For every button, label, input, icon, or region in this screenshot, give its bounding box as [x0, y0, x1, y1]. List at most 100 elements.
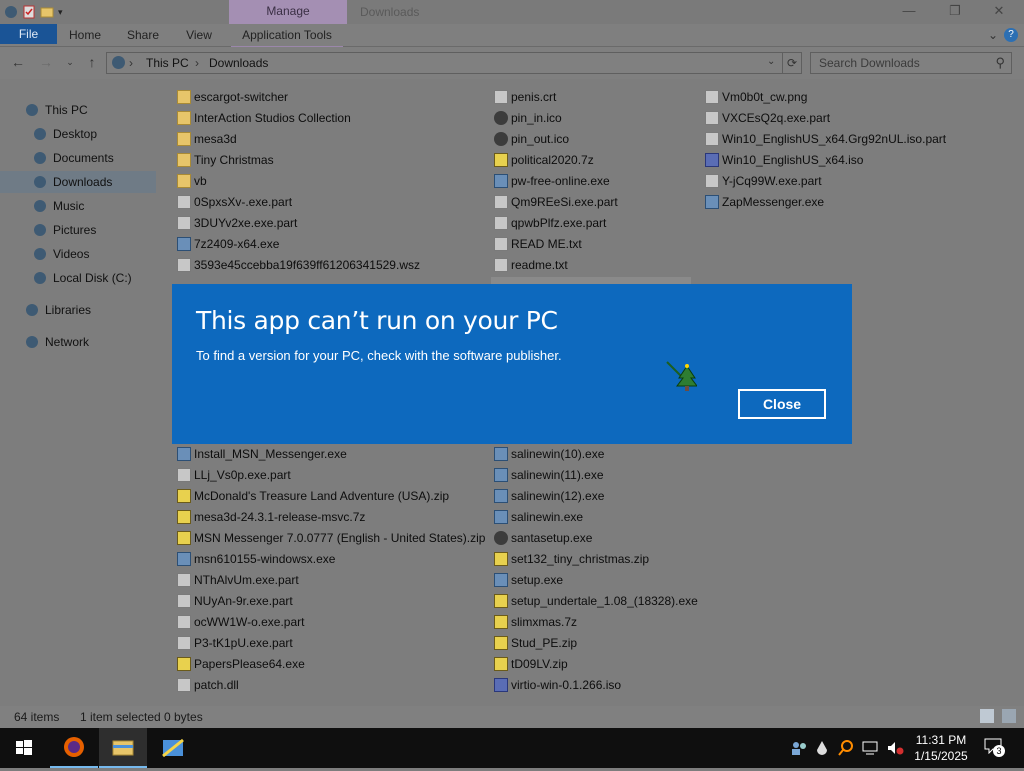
notifications-button[interactable]: 3: [984, 738, 1005, 757]
address-dropdown-icon[interactable]: ⌄: [767, 56, 775, 67]
customize-toolbar-icon[interactable]: ▾: [58, 5, 66, 19]
back-icon[interactable]: ←: [10, 54, 26, 70]
network-tray-icon[interactable]: [862, 740, 880, 756]
file-name: slimxmas.7z: [511, 615, 578, 629]
maximize-button[interactable]: ❐: [932, 0, 978, 24]
exe-file-icon: [494, 489, 508, 503]
search-icon[interactable]: ⚲: [995, 55, 1005, 71]
quick-access-toolbar: ▾: [0, 2, 66, 22]
zip-file-icon: [494, 594, 508, 608]
folder-file-icon: [177, 111, 191, 125]
tab-file[interactable]: File: [0, 24, 57, 44]
help-icon[interactable]: ?: [1004, 28, 1018, 42]
nav-item-videos[interactable]: Videos: [0, 243, 156, 265]
search-input[interactable]: Search Downloads ⚲: [810, 52, 1012, 74]
zip-file-icon: [494, 153, 508, 167]
new-folder-icon[interactable]: [40, 5, 54, 19]
file-name: salinewin(11).exe: [511, 468, 604, 482]
nav-item-desktop[interactable]: Desktop: [0, 123, 156, 145]
people-icon[interactable]: [790, 740, 808, 756]
close-button[interactable]: Close: [738, 389, 826, 419]
exe-file-icon: [177, 447, 191, 461]
error-dialog: This app can’t run on your PC To find a …: [172, 284, 852, 444]
disk-icon: [34, 272, 46, 284]
gear-file-icon: [494, 132, 508, 146]
drop-icon[interactable]: [816, 740, 828, 756]
iso-file-icon: [705, 153, 719, 167]
zip-file-icon: [177, 489, 191, 503]
file-name: READ ME.txt: [511, 237, 582, 251]
gear-file-icon: [494, 111, 508, 125]
nav-label: Pictures: [53, 223, 97, 237]
up-icon[interactable]: ↑: [84, 54, 100, 70]
refresh-icon[interactable]: ⟳: [782, 52, 802, 74]
doc-file-icon: [494, 195, 508, 209]
tab-view[interactable]: View: [178, 24, 220, 46]
videos-icon: [34, 248, 46, 260]
file-name: virtio-win-0.1.266.iso: [511, 678, 622, 692]
address-bar[interactable]: › This PC › Downloads ⌄: [106, 52, 784, 74]
file-name: 0SpxsXv-.exe.part: [194, 195, 293, 209]
properties-icon[interactable]: [22, 5, 36, 19]
exe-file-icon: [494, 447, 508, 461]
nav-item-downloads[interactable]: Downloads: [0, 171, 156, 193]
nav-label: Desktop: [53, 127, 98, 141]
volume-muted-icon[interactable]: [886, 740, 904, 756]
nav-item-this-pc[interactable]: This PC: [0, 99, 156, 121]
file-name: 3DUYv2xe.exe.part: [194, 216, 298, 230]
doc-file-icon: [177, 615, 191, 629]
nav-item-libraries[interactable]: Libraries: [0, 299, 156, 321]
file-name: Install_MSN_Messenger.exe: [194, 447, 347, 461]
exe-file-icon: [494, 573, 508, 587]
zip-file-icon: [494, 552, 508, 566]
downloads-icon: [34, 176, 46, 188]
large-icons-view-icon[interactable]: [1002, 709, 1016, 723]
file-name: MSN Messenger 7.0.0777 (English - United…: [194, 531, 486, 545]
tab-application-tools[interactable]: Application Tools: [231, 24, 343, 48]
file-name: setup.exe: [511, 573, 564, 587]
firefox-taskbar-button[interactable]: [50, 728, 98, 768]
app-taskbar-button[interactable]: [149, 728, 197, 768]
nav-item-music[interactable]: Music: [0, 195, 156, 217]
address-row: ← → ⌄ ↑ › This PC › Downloads ⌄ ⟳ Search…: [0, 47, 1024, 79]
zip-file-icon: [177, 531, 191, 545]
ribbon-tabs: File Home Share View Application Tools ⌄…: [0, 24, 1024, 48]
file-name: readme.txt: [511, 258, 568, 272]
nav-label: Network: [45, 335, 90, 349]
file-explorer-taskbar-button[interactable]: [99, 728, 147, 768]
nav-item-documents[interactable]: Documents: [0, 147, 156, 169]
search-placeholder: Search Downloads: [819, 56, 920, 70]
expand-ribbon-icon[interactable]: ⌄: [986, 24, 1000, 46]
minimize-button[interactable]: —: [886, 0, 932, 24]
folder-file-icon: [177, 153, 191, 167]
file-name: penis.crt: [511, 90, 557, 104]
file-name: 3593e45ccebba19f639ff61206341529.wsz: [194, 258, 420, 272]
nav-label: Libraries: [45, 303, 92, 317]
start-button[interactable]: [0, 728, 48, 768]
breadcrumb-this-pc[interactable]: This PC: [146, 56, 189, 70]
nav-item-network[interactable]: Network: [0, 331, 156, 353]
forward-icon[interactable]: →: [38, 54, 54, 70]
firefox-icon: [64, 737, 84, 757]
doc-file-icon: [177, 573, 191, 587]
details-view-icon[interactable]: [980, 709, 994, 723]
recent-locations-icon[interactable]: ⌄: [62, 54, 78, 70]
breadcrumb-downloads[interactable]: Downloads: [209, 56, 268, 70]
search-tray-icon[interactable]: [838, 740, 854, 756]
nav-item-local-disk[interactable]: Local Disk (C:): [0, 267, 156, 289]
window-title: Downloads: [360, 5, 420, 19]
tab-share[interactable]: Share: [120, 24, 166, 46]
file-name: tD09LV.zip: [511, 657, 568, 671]
close-window-button[interactable]: ✕: [976, 0, 1022, 24]
doc-file-icon: [705, 132, 719, 146]
status-bar: 64 items 1 item selected 0 bytes: [0, 706, 1024, 728]
clock[interactable]: 11:31 PM 1/15/2025: [908, 732, 974, 764]
pictures-icon: [34, 224, 46, 236]
file-name: Tiny Christmas: [194, 153, 274, 167]
tab-home[interactable]: Home: [62, 24, 108, 46]
manage-tab[interactable]: Manage: [229, 0, 347, 24]
hover-highlight: [491, 277, 691, 284]
dialog-title: This app can’t run on your PC: [196, 306, 558, 335]
nav-item-pictures[interactable]: Pictures: [0, 219, 156, 241]
file-name: qpwbPlfz.exe.part: [511, 216, 607, 230]
